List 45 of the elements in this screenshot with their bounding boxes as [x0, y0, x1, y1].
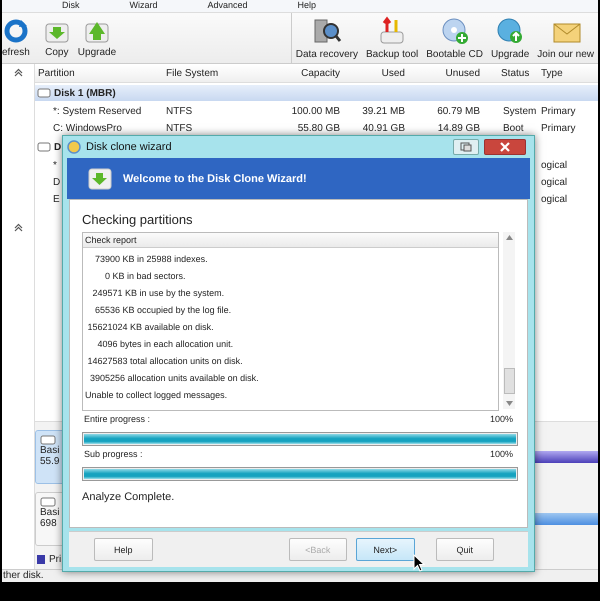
report-line: Unable to collect logged messages.: [84, 389, 228, 402]
table-cell: NTFS: [166, 106, 192, 117]
report-line: 0 KB in bad sectors.: [104, 270, 187, 283]
window-title: Disk clone wizard: [86, 141, 173, 153]
table-cell: 60.79 MB: [437, 106, 480, 117]
table-cell: 39.21 MB: [362, 106, 405, 117]
report-line: 73900 KB in 25988 indexes.: [94, 253, 209, 266]
report-line: 4096 bytes in each allocation unit.: [96, 338, 234, 351]
progress-label: Entire progress :: [84, 414, 150, 426]
section-heading: Checking partitions: [82, 212, 194, 227]
table-cell: ogical: [541, 160, 568, 171]
progress-reading: 100%: [490, 449, 513, 461]
status-text: ther disk.: [3, 570, 44, 581]
table-cell: 100.00 MB: [292, 106, 340, 117]
disk-size: 698: [40, 518, 58, 529]
disk-name: D: [54, 142, 62, 152]
report-line: 65536 KB occupied by the log file.: [94, 304, 232, 317]
table-cell: System: [503, 106, 536, 117]
report-line: 15621024 KB available on disk.: [86, 321, 215, 334]
table-cell: ogical: [541, 177, 568, 188]
report-line: 3905256 allocation units available on disk.: [89, 372, 260, 385]
disk-label: Basi: [40, 507, 60, 518]
progress-label: Sub progress :: [84, 449, 143, 461]
disk-size: 55.9: [40, 456, 60, 467]
list-header: Check report: [83, 233, 498, 248]
table-cell: 55.80 GB: [298, 123, 340, 134]
table-cell: ogical: [541, 194, 568, 205]
table-cell: 14.89 GB: [438, 123, 480, 134]
table-cell: Primary: [541, 106, 576, 117]
table-cell: *: [53, 160, 57, 171]
table-cell: *: System Reserved: [53, 106, 142, 117]
disk-name: Disk 1 (MBR): [54, 88, 116, 98]
table-cell: E: [53, 194, 60, 205]
banner-title: Welcome to the Disk Clone Wizard!: [123, 172, 307, 184]
table-cell: NTFS: [166, 123, 192, 134]
table-cell: 40.91 GB: [362, 123, 405, 134]
table-cell: Primary: [541, 123, 576, 134]
status-message: Analyze Complete.: [82, 491, 176, 503]
table-cell: Boot: [503, 123, 524, 134]
report-line: 14627583 total allocation units on disk.: [86, 355, 244, 368]
progress-reading: 100%: [490, 414, 513, 426]
table-cell: D: [53, 177, 60, 188]
legend-label: Pri: [49, 554, 62, 565]
report-line: 249571 KB in use by the system.: [92, 287, 226, 300]
table-cell: C: WindowsPro: [53, 123, 122, 134]
